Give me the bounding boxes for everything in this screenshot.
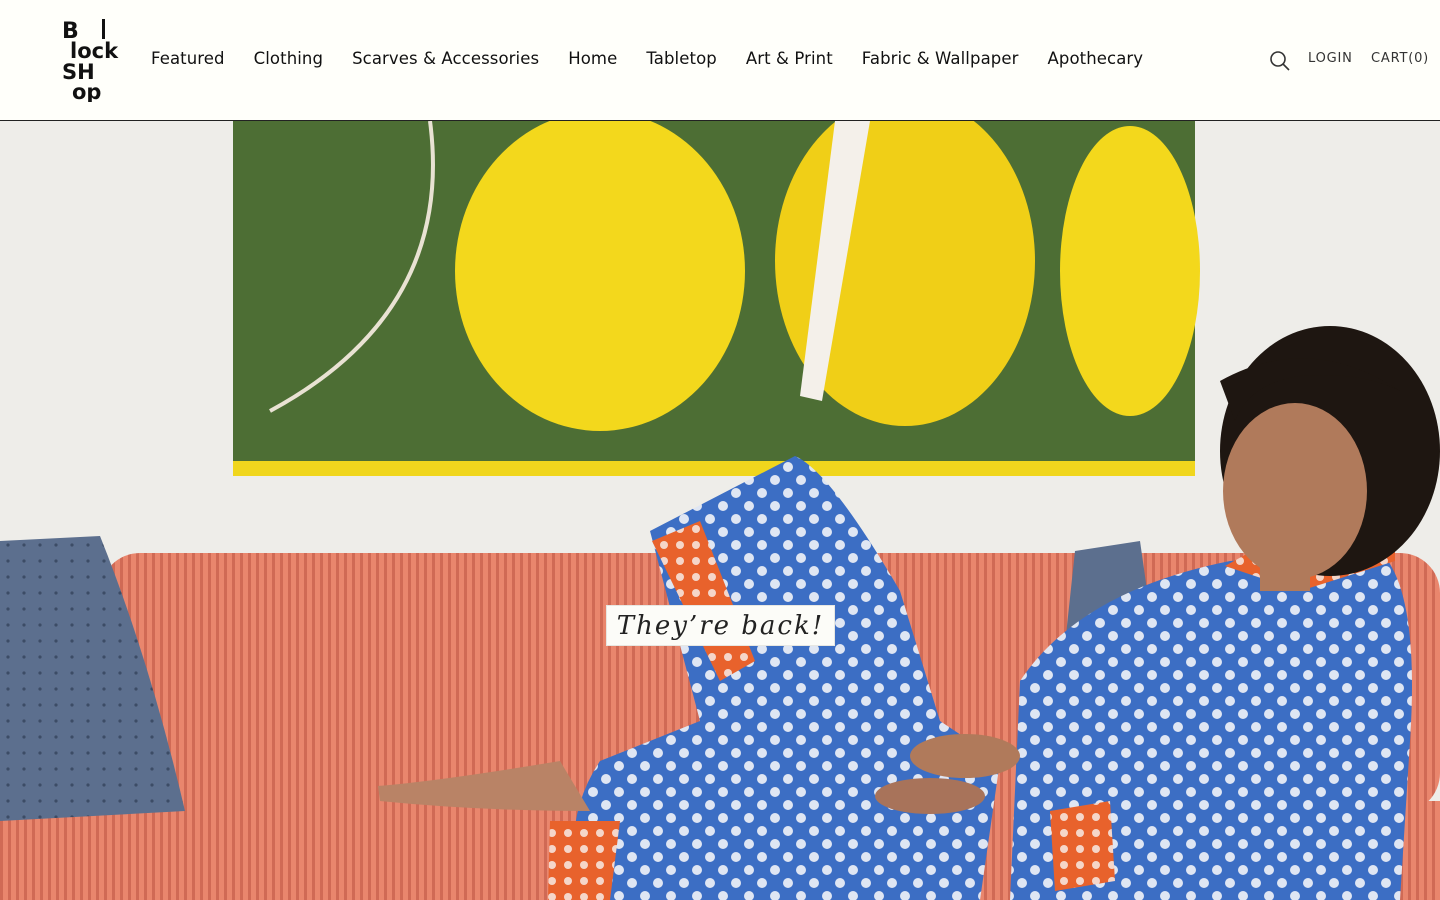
nav-tabletop[interactable]: Tabletop [646, 48, 717, 70]
nav-home[interactable]: Home [568, 48, 617, 70]
nav-clothing[interactable]: Clothing [254, 48, 323, 70]
nav-featured[interactable]: Featured [151, 48, 225, 70]
hero-image [0, 121, 1440, 900]
site-header: B lock SH op Featured Clothing Scarves &… [0, 0, 1440, 121]
nav-fabric-wallpaper[interactable]: Fabric & Wallpaper [862, 48, 1019, 70]
nav-apothecary[interactable]: Apothecary [1048, 48, 1144, 70]
main-nav: Featured Clothing Scarves & Accessories … [151, 48, 1172, 70]
hero-caption: They’re back! [606, 605, 835, 646]
search-icon[interactable] [1269, 50, 1291, 72]
nav-art-print[interactable]: Art & Print [746, 48, 833, 70]
nav-scarves-accessories[interactable]: Scarves & Accessories [352, 48, 539, 70]
painting [233, 121, 1200, 476]
hero-banner[interactable]: They’re back! [0, 121, 1440, 900]
svg-text:op: op [72, 80, 101, 102]
login-link[interactable]: LOGIN [1308, 51, 1353, 66]
blockshop-logo[interactable]: B lock SH op [62, 18, 120, 102]
cart-link[interactable]: CART(0) [1371, 51, 1429, 66]
